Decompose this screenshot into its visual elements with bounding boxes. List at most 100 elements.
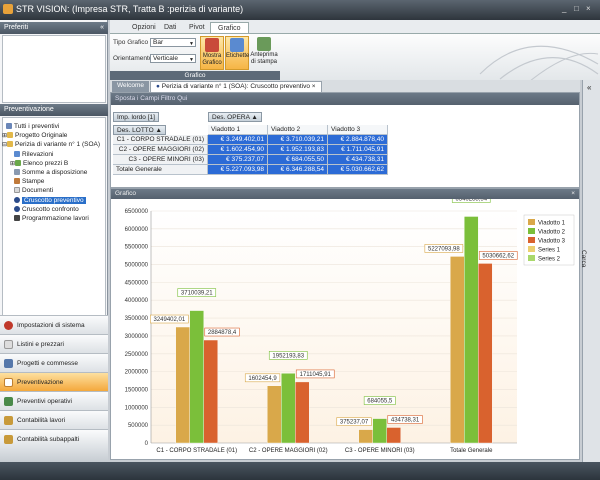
nav-preventivi-operativi-button[interactable]: Preventivi operativi <box>0 391 108 410</box>
minimize-button[interactable]: _ <box>562 4 566 13</box>
close-tab-icon[interactable]: × <box>312 83 316 90</box>
legend-swatch <box>528 237 535 243</box>
legend-label: Viadotto 1 <box>538 221 566 227</box>
nav-impostazioni-button[interactable]: Impostazioni di sistema <box>0 315 108 334</box>
data-label: 434738,31 <box>391 417 420 423</box>
dashboard-icon <box>14 205 20 212</box>
folder-icon <box>7 141 14 148</box>
data-cell[interactable]: € 3.710.039,21 <box>268 135 328 145</box>
preferiti-header: Preferiti « <box>0 22 108 34</box>
tree-item[interactable]: Stampe <box>2 177 106 186</box>
data-cell[interactable]: € 375.237,07 <box>208 155 268 165</box>
anteprima-stampa-button[interactable]: Anteprima di stampa <box>250 36 278 70</box>
data-cell[interactable]: € 2.884.878,40 <box>328 135 388 145</box>
dashboard-icon <box>14 196 20 203</box>
bar[interactable] <box>203 339 218 444</box>
data-label: 5030662,62 <box>482 253 514 259</box>
preventivazione-header: Preventivazione <box>0 104 108 116</box>
orientamento-select[interactable]: Verticale ▼ <box>150 54 196 63</box>
mostra-grafico-button[interactable]: Mostra Grafico <box>200 36 224 70</box>
nav-listini-button[interactable]: Listini e prezzari <box>0 334 108 353</box>
total-row-header: Totale Generale <box>113 165 208 175</box>
bar[interactable] <box>386 427 401 444</box>
bar[interactable] <box>478 263 493 444</box>
tab-cruscotto-preventivo[interactable]: ● Perizia di variante n° 1 (SOA): Crusco… <box>150 81 322 92</box>
tab-dati[interactable]: Dati <box>157 22 183 33</box>
filter-drop-area[interactable]: Sposta i Campi Filtro Qui <box>111 93 579 105</box>
tree-item[interactable]: Somme a disposizione <box>2 168 106 177</box>
bar[interactable] <box>267 385 282 444</box>
y-tick-label: 6500000 <box>125 209 149 215</box>
y-tick-label: 3500000 <box>125 316 149 322</box>
print-preview-icon <box>257 37 271 51</box>
bar[interactable] <box>450 256 465 444</box>
nav-contabilita-lavori-button[interactable]: Contabilità lavori <box>0 410 108 429</box>
tree-item[interactable]: ⊟ Perizia di variante n° 1 (SOA) <box>2 140 106 149</box>
nav-progetti-button[interactable]: Progetti e commesse <box>0 353 108 372</box>
tab-grafico[interactable]: Grafico <box>210 22 249 33</box>
tree-item[interactable]: Tutti i preventivi <box>2 122 106 131</box>
close-button[interactable]: × <box>586 4 591 13</box>
data-cell[interactable]: € 1.952.193,83 <box>268 145 328 155</box>
chart-icon <box>205 38 219 52</box>
data-cell[interactable]: € 434.738,31 <box>328 155 388 165</box>
nav-preventivazione-button[interactable]: Preventivazione <box>0 372 108 391</box>
printer-icon <box>14 178 20 185</box>
chart-panel-header: Grafico × <box>111 189 579 199</box>
legend-swatch <box>528 228 535 234</box>
bar-chart: 0 500000 1000000 1500000 2000000 2500000 30000… <box>125 199 575 454</box>
pivot-grid: Sposta i Campi Filtro Qui Imp. lordo [1]… <box>110 92 580 188</box>
total-cell[interactable]: € 5.227.093,98 <box>208 165 268 175</box>
right-side-panel[interactable]: « Carca <box>580 80 600 462</box>
tipo-grafico-select[interactable]: Bar ▼ <box>150 38 196 47</box>
bar[interactable] <box>189 310 204 444</box>
tree-item[interactable]: Programmazione lavori <box>2 214 106 223</box>
navigation-tree: Tutti i preventivi ⊞ Progetto Originale ⊟… <box>2 122 106 223</box>
data-field-button[interactable]: Imp. lordo [1] <box>113 112 159 122</box>
tree-item[interactable]: ⊞ Progetto Originale <box>2 131 106 140</box>
column-header: Viadotto 3 <box>328 125 388 135</box>
tab-welcome[interactable]: Welcome <box>112 81 149 92</box>
ribbon-decoration <box>479 45 599 81</box>
bar[interactable] <box>358 429 373 444</box>
y-tick-label: 5000000 <box>125 263 149 269</box>
tree-item[interactable]: Documenti <box>2 186 106 195</box>
tree-item[interactable]: Cruscotto confronto <box>2 205 106 214</box>
y-tick-label: 5500000 <box>125 245 149 251</box>
tree-item[interactable]: Rilevazioni <box>2 150 106 159</box>
close-panel-icon[interactable]: × <box>571 189 575 199</box>
bar[interactable] <box>281 373 296 444</box>
chevron-down-icon: ▼ <box>189 41 194 47</box>
total-cell[interactable]: € 5.030.662,62 <box>328 165 388 175</box>
row-field-button[interactable]: Des. LOTTO ▲ <box>113 125 166 135</box>
tree-item-selected[interactable]: Cruscotto preventivo <box>2 196 106 205</box>
data-cell[interactable]: € 1.602.454,90 <box>208 145 268 155</box>
bar[interactable] <box>372 418 387 444</box>
data-label: 375237,07 <box>340 420 369 426</box>
expand-icon[interactable]: « <box>587 83 591 92</box>
ribbon-group-label: Grafico <box>110 71 280 80</box>
x-tick-label: C2 - OPERE MAGGIORI (02) <box>249 448 328 454</box>
bar[interactable] <box>295 381 310 444</box>
legend-label: Viadotto 3 <box>538 239 566 245</box>
nav-contabilita-subappalti-button[interactable]: Contabilità subappalti <box>0 429 108 448</box>
column-field-button[interactable]: Des. OPERA ▲ <box>208 112 262 122</box>
collapse-icon[interactable]: « <box>100 22 104 34</box>
data-cell[interactable]: € 1.711.045,91 <box>328 145 388 155</box>
tipo-grafico-label: Tipo Grafico <box>113 39 149 46</box>
total-cell[interactable]: € 6.346.288,54 <box>268 165 328 175</box>
tab-pivot[interactable]: Pivot <box>182 22 212 33</box>
maximize-button[interactable]: □ <box>574 4 579 13</box>
data-label: 2884878,4 <box>208 330 237 336</box>
row-header: C2 - OPERE MAGGIORI (02) <box>113 145 208 155</box>
bar[interactable] <box>464 216 479 444</box>
chevron-down-icon: ▼ <box>189 57 194 63</box>
y-tick-label: 1500000 <box>125 387 149 393</box>
x-tick-label: C1 - CORPO STRADALE (01) <box>156 448 237 454</box>
etichette-button[interactable]: Etichette <box>225 36 249 70</box>
data-cell[interactable]: € 3.249.402,01 <box>208 135 268 145</box>
data-cell[interactable]: € 684.055,50 <box>268 155 328 165</box>
dashboard-icon: ● <box>156 83 160 90</box>
bar[interactable] <box>175 326 190 444</box>
tree-item[interactable]: ⊞ Elenco prezzi B <box>2 159 106 168</box>
